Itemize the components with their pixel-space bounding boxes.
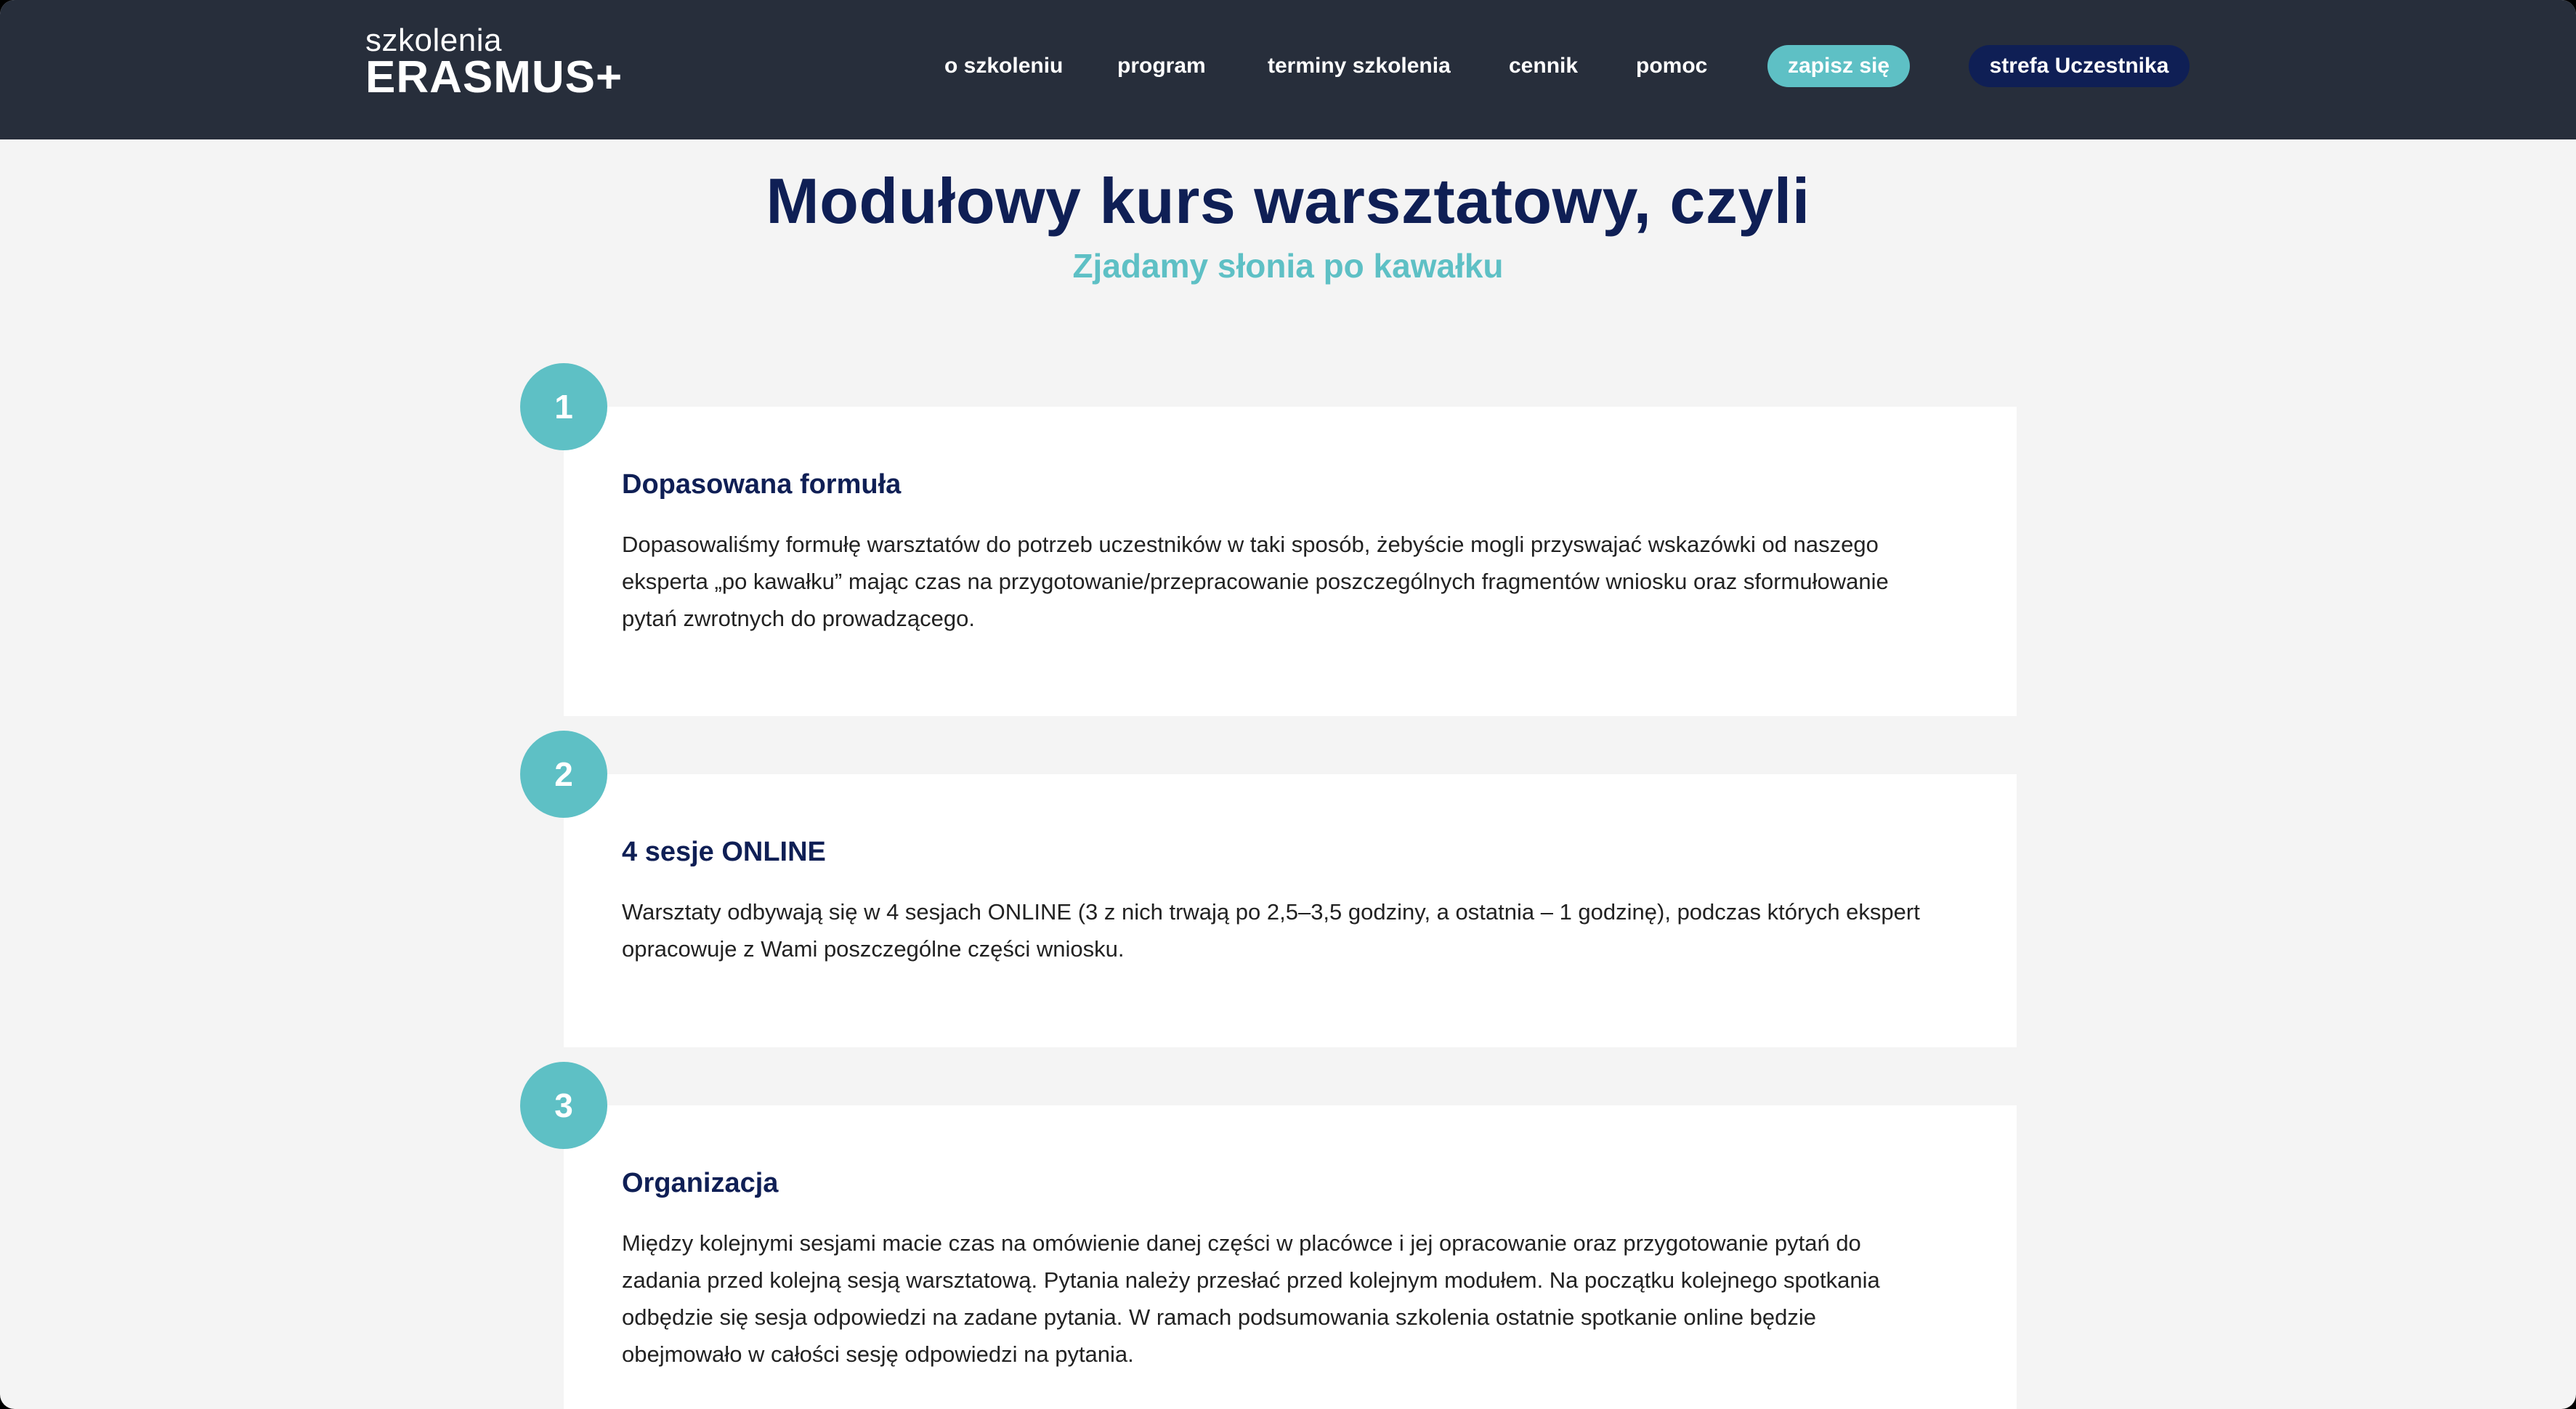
feature-card-text-line: pytań zwrotnych do prowadzącego. bbox=[622, 606, 975, 631]
step-number-badge-2: 2 bbox=[520, 731, 607, 818]
feature-card-title: Organizacja bbox=[622, 1168, 779, 1198]
feature-card-title: Dopasowana formuła bbox=[622, 469, 902, 500]
feature-card-text-line: Warsztaty odbywają się w 4 sesjach ONLIN… bbox=[622, 899, 1920, 925]
feature-card-1: Dopasowana formuła Dopasowaliśmy formułę… bbox=[564, 407, 2017, 716]
nav-link-pomoc[interactable]: pomoc bbox=[1636, 51, 1707, 81]
feature-card-text-line: eksperta „po kawałku” mając czas na przy… bbox=[622, 569, 1889, 594]
nav-link-program[interactable]: program bbox=[1117, 51, 1206, 81]
feature-card-text-line: obejmowało w całości sesję odpowiedzi na… bbox=[622, 1341, 1134, 1367]
page-subtitle: Zjadamy słonia po kawałku bbox=[1072, 247, 1504, 285]
feature-card-3: Organizacja Między kolejnymi sesjami mac… bbox=[564, 1105, 2017, 1409]
feature-card-2: 4 sesje ONLINE Warsztaty odbywają się w … bbox=[564, 774, 2017, 1047]
main-nav: o szkoleniu program terminy szkolenia ce… bbox=[0, 0, 2576, 139]
nav-link-cennik[interactable]: cennik bbox=[1509, 51, 1578, 81]
step-number-badge-3: 3 bbox=[520, 1062, 607, 1149]
feature-card-text-line: Między kolejnymi sesjami macie czas na o… bbox=[622, 1230, 1861, 1256]
feature-card-text: Warsztaty odbywają się w 4 sesjach ONLIN… bbox=[622, 893, 1959, 967]
feature-card-title: 4 sesje ONLINE bbox=[622, 837, 826, 867]
page-title: Modułowy kurs warsztatowy, czyli bbox=[766, 165, 1810, 237]
nav-link-o-szkoleniu[interactable]: o szkoleniu bbox=[944, 51, 1063, 81]
feature-card-text: Między kolejnymi sesjami macie czas na o… bbox=[622, 1225, 1959, 1373]
site-header: szkolenia ERASMUS+ o szkoleniu program t… bbox=[0, 0, 2576, 139]
browser-viewport: szkolenia ERASMUS+ o szkoleniu program t… bbox=[0, 0, 2576, 1409]
feature-card-text-line: opracowuje z Wami poszczególne części wn… bbox=[622, 936, 1125, 962]
feature-card-text-line: Dopasowaliśmy formułę warsztatów do potr… bbox=[622, 532, 1879, 557]
feature-card-text-line: odbędzie się sesja odpowiedzi na zadane … bbox=[622, 1304, 1817, 1330]
participant-zone-button[interactable]: strefa Uczestnika bbox=[1969, 45, 2190, 87]
feature-card-text: Dopasowaliśmy formułę warsztatów do potr… bbox=[622, 526, 1959, 637]
feature-card-text-line: zadania przed kolejną sesją warsztatową.… bbox=[622, 1267, 1880, 1293]
step-number-badge-1: 1 bbox=[520, 363, 607, 450]
signup-button[interactable]: zapisz się bbox=[1767, 45, 1910, 87]
nav-link-terminy-szkolenia[interactable]: terminy szkolenia bbox=[1268, 51, 1451, 81]
